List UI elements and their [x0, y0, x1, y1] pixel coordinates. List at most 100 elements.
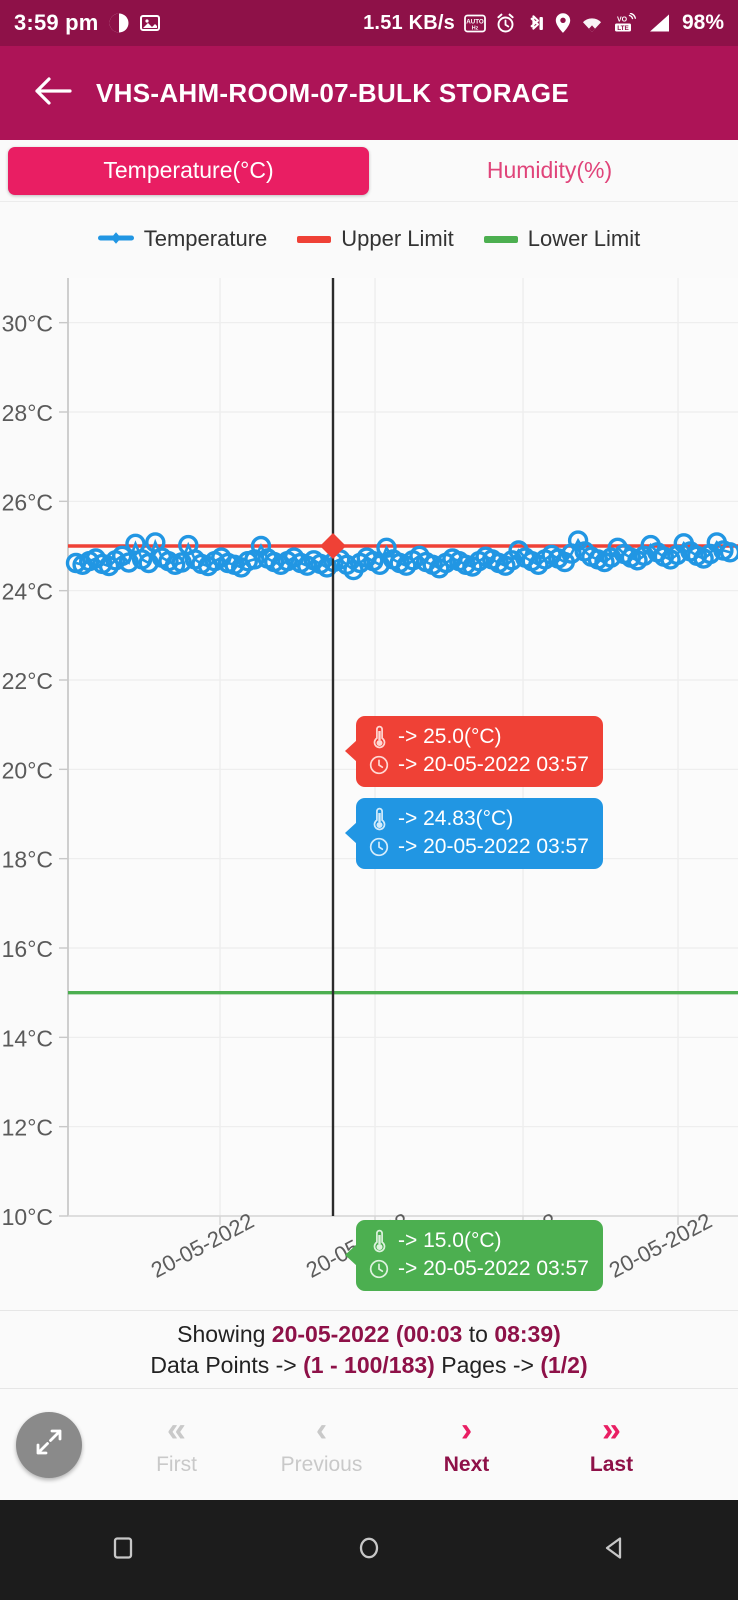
home-circle-icon [354, 1533, 384, 1568]
tab-humidity-label: Humidity(%) [486, 157, 613, 183]
chevron-right-icon: › [460, 1410, 473, 1449]
chart-area[interactable]: 30°C 28°C 26°C 24°C 22°C 20°C 18°C 16°C 14°C 12°C… [0, 264, 738, 1310]
network-speed: 1.51 KB/s [363, 11, 455, 34]
tooltip-value-row: -> 24.83(°C) [368, 805, 589, 833]
showing-prefix: Showing [177, 1320, 272, 1347]
showing-date: 20-05-2022 [271, 1320, 390, 1347]
svg-text:20-05-2022: 20-05-2022 [605, 1208, 716, 1283]
double-chevron-right-icon: » [602, 1410, 621, 1449]
legend-item-upper-limit[interactable]: Upper Limit [297, 226, 454, 252]
svg-text:12°C: 12°C [2, 1115, 53, 1141]
tab-bar: Temperature(°C) Humidity(%) [0, 140, 738, 202]
pagination-last-button[interactable]: » Last [567, 1413, 657, 1477]
svg-text:24°C: 24°C [2, 579, 53, 605]
fullscreen-expand-icon [32, 1425, 66, 1464]
range-close: ) [553, 1320, 561, 1347]
fullscreen-button[interactable] [16, 1411, 82, 1478]
status-bar: 3:59 pm 1.51 KB/s AUTO Hz VO LTE 98% [0, 0, 738, 46]
location-icon [554, 12, 572, 34]
svg-text:18°C: 18°C [2, 847, 53, 873]
status-time: 3:59 pm [14, 10, 99, 35]
svg-text:20°C: 20°C [2, 757, 53, 783]
svg-text:Hz: Hz [472, 25, 479, 31]
recents-button[interactable] [93, 1520, 153, 1580]
time-to: 08:39 [494, 1320, 554, 1347]
pagination-next-label: Next [443, 1452, 490, 1476]
legend-label-temperature: Temperature [143, 226, 268, 251]
temperature-tooltip: -> 24.83(°C) -> 20-05-2022 03:57 [345, 798, 603, 869]
bluetooth-icon [525, 13, 545, 34]
tab-temperature-label: Temperature(°C) [103, 157, 274, 183]
android-navigation-bar [0, 1500, 738, 1600]
tooltip-value: -> 25.0(°C) [398, 725, 502, 748]
tooltip-arrow [345, 1244, 357, 1267]
tooltip-arrow [345, 740, 357, 763]
pagination-previous-button[interactable]: ‹ Previous [277, 1413, 367, 1477]
temperature-series-icon [97, 226, 134, 252]
pages-value: (1/2) [540, 1351, 588, 1378]
back-button[interactable] [22, 62, 84, 124]
double-chevron-left-icon: « [167, 1410, 186, 1449]
legend-item-lower-limit[interactable]: Lower Limit [483, 226, 641, 252]
do-not-disturb-icon [108, 12, 130, 34]
tooltip-time-row: -> 20-05-2022 03:57 [368, 751, 589, 779]
volte-icon: VO LTE [612, 13, 638, 33]
thermometer-icon [368, 807, 390, 831]
tooltip-value: -> 24.83(°C) [398, 807, 514, 830]
pagination-buttons: « First ‹ Previous › Next » Last [82, 1413, 738, 1477]
clock-icon [368, 1259, 390, 1279]
tooltip-arrow [345, 822, 357, 845]
tooltip-value-row: -> 15.0(°C) [368, 1227, 589, 1255]
svg-text:26°C: 26°C [2, 489, 53, 515]
time-from: 00:03 [403, 1320, 463, 1347]
pagination-last-label: Last [589, 1452, 634, 1476]
lower-limit-series-icon [483, 235, 518, 243]
alarm-icon [495, 13, 516, 34]
lower-limit-tooltip: -> 15.0(°C) -> 20-05-2022 03:57 [345, 1220, 603, 1291]
svg-text:14°C: 14°C [2, 1025, 53, 1051]
back-triangle-icon [600, 1533, 630, 1568]
back-arrow-icon [33, 74, 73, 113]
svg-text:30°C: 30°C [2, 311, 53, 337]
back-button-nav[interactable] [585, 1520, 645, 1580]
pagination-first-label: First [156, 1452, 197, 1476]
app-bar: VHS-AHM-ROOM-07-BULK STORAGE [0, 46, 738, 140]
pagination-first-button[interactable]: « First [132, 1413, 222, 1477]
temperature-chart-screen: 3:59 pm 1.51 KB/s AUTO Hz VO LTE 98% VHS… [0, 0, 738, 1600]
status-bar-right: 1.51 KB/s AUTO Hz VO LTE 98% [363, 11, 724, 35]
wifi-icon [581, 13, 603, 33]
clock-icon [368, 837, 390, 857]
page-title: VHS-AHM-ROOM-07-BULK STORAGE [96, 77, 570, 108]
showing-range-line: Showing 20-05-2022 (00:03 to 08:39) [177, 1321, 561, 1348]
tab-temperature[interactable]: Temperature(°C) [8, 146, 369, 195]
pages-label: Pages -> [434, 1351, 541, 1378]
svg-text:16°C: 16°C [2, 936, 53, 962]
tooltip-time: -> 20-05-2022 03:57 [398, 752, 589, 776]
tooltip-time: -> 20-05-2022 03:57 [398, 834, 589, 858]
recents-square-icon [108, 1533, 138, 1568]
chart-legend: Temperature Upper Limit Lower Limit [0, 214, 738, 264]
datapoints-label: Data Points -> [150, 1351, 304, 1378]
range-open: ( [389, 1320, 404, 1347]
tooltip-time: -> 20-05-2022 03:57 [398, 1256, 589, 1280]
legend-label-lower-limit: Lower Limit [527, 226, 641, 251]
tab-humidity[interactable]: Humidity(%) [369, 147, 730, 195]
svg-text:28°C: 28°C [2, 400, 53, 426]
temperature-chart-plot[interactable]: 30°C 28°C 26°C 24°C 22°C 20°C 18°C 16°C 14°C 12°C… [0, 264, 738, 1310]
legend-label-upper-limit: Upper Limit [341, 226, 454, 251]
signal-icon [647, 13, 671, 33]
svg-text:VO: VO [617, 17, 628, 24]
thermometer-icon [368, 725, 390, 749]
legend-item-temperature[interactable]: Temperature [97, 226, 268, 252]
status-bar-left: 3:59 pm [14, 10, 161, 36]
pagination-next-button[interactable]: › Next [422, 1413, 512, 1477]
home-button[interactable] [339, 1520, 399, 1580]
svg-text:10°C: 10°C [2, 1204, 53, 1230]
datapoints-pages-line: Data Points -> (1 - 100/183) Pages -> (1… [150, 1352, 587, 1379]
clock-icon [368, 755, 390, 775]
upper-limit-series-icon [297, 235, 332, 243]
svg-text:20-05-2022: 20-05-2022 [147, 1208, 258, 1283]
tooltip-value: -> 15.0(°C) [398, 1229, 502, 1252]
to-word: to [462, 1320, 495, 1347]
tooltip-time-row: -> 20-05-2022 03:57 [368, 1255, 589, 1283]
